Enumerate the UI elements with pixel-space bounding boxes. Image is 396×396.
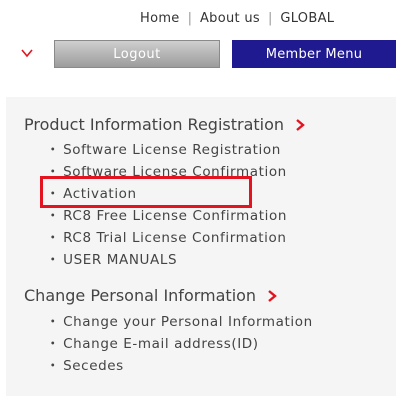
bullet: ・ xyxy=(46,336,61,352)
personal-section-title[interactable]: Change Personal Information xyxy=(24,286,278,305)
link-rc8-trial-license-confirmation[interactable]: ・ RC8 Trial License Confirmation xyxy=(46,226,287,246)
link-software-license-registration[interactable]: ・ Software License Registration xyxy=(46,138,281,158)
bullet: ・ xyxy=(46,208,61,224)
logout-button[interactable]: Logout xyxy=(54,40,220,68)
chevron-right-icon xyxy=(296,118,305,131)
nav-global-link[interactable]: GLOBAL xyxy=(280,11,334,26)
member-menu-panel: Product Information Registration ・ Softwa… xyxy=(6,97,396,396)
nav-separator: | xyxy=(267,10,273,26)
product-section-title[interactable]: Product Information Registration xyxy=(24,115,306,134)
link-user-manuals[interactable]: ・ USER MANUALS xyxy=(46,248,177,268)
link-secedes[interactable]: ・ Secedes xyxy=(46,354,124,374)
bullet: ・ xyxy=(46,314,61,330)
page: Home | About us | GLOBAL Logout Member M… xyxy=(0,0,396,396)
nav-home-link[interactable]: Home xyxy=(140,11,180,26)
personal-section-title-text: Change Personal Information xyxy=(24,286,257,305)
chevron-right-icon xyxy=(268,289,277,302)
link-change-personal-information[interactable]: ・ Change your Personal Information xyxy=(46,310,313,330)
bullet: ・ xyxy=(46,358,61,374)
chevron-down-icon[interactable] xyxy=(20,46,34,60)
bullet: ・ xyxy=(46,252,61,268)
bullet: ・ xyxy=(46,142,61,158)
member-menu-button[interactable]: Member Menu xyxy=(232,40,396,68)
link-change-email-address[interactable]: ・ Change E-mail address(ID) xyxy=(46,332,259,352)
nav-separator: | xyxy=(187,10,192,26)
nav-about-link[interactable]: About us xyxy=(200,11,260,26)
highlight-box xyxy=(40,176,252,208)
top-nav: Home | About us | GLOBAL xyxy=(140,8,334,28)
product-section-title-text: Product Information Registration xyxy=(24,115,285,134)
bullet: ・ xyxy=(46,230,61,246)
